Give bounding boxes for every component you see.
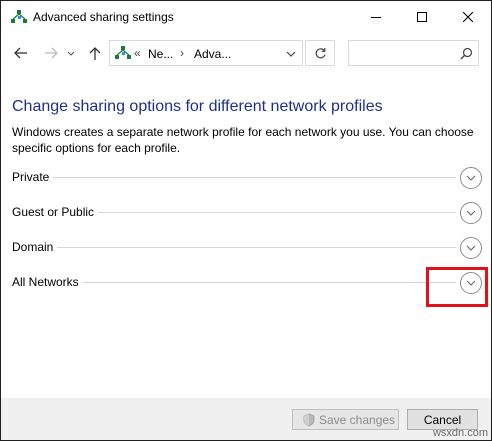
- profile-section-private[interactable]: Private: [12, 167, 484, 191]
- chevron-down-icon: [466, 245, 476, 251]
- maximize-icon: [417, 12, 427, 22]
- address-bar[interactable]: « Ne... › Adva...: [109, 40, 303, 66]
- profile-label[interactable]: Private: [12, 170, 54, 184]
- profile-label[interactable]: All Networks: [12, 275, 83, 289]
- search-icon[interactable]: [460, 47, 473, 60]
- breadcrumb-item[interactable]: Ne...: [148, 47, 173, 61]
- refresh-button[interactable]: [305, 40, 335, 66]
- expand-domain-button[interactable]: [460, 237, 482, 259]
- arrow-left-icon: [14, 47, 27, 59]
- forward-button[interactable]: [41, 42, 61, 64]
- chevron-down-icon: [466, 175, 476, 181]
- refresh-icon: [315, 48, 326, 59]
- chevron-down-icon[interactable]: [284, 47, 298, 61]
- divider: [12, 247, 456, 248]
- window-title: Advanced sharing settings: [33, 10, 174, 24]
- highlight-annotation: [426, 267, 488, 307]
- recent-locations-button[interactable]: [65, 42, 79, 64]
- profile-section-all-networks[interactable]: All Networks: [12, 272, 484, 296]
- chevron-down-icon: [466, 210, 476, 216]
- title-bar: Advanced sharing settings: [1, 1, 491, 33]
- minimize-icon: [371, 17, 381, 18]
- breadcrumb-overflow[interactable]: «: [134, 46, 141, 60]
- back-button[interactable]: [11, 42, 31, 64]
- profile-label[interactable]: Guest or Public: [12, 205, 99, 219]
- profile-section-domain[interactable]: Domain: [12, 237, 484, 261]
- save-changes-label: Save changes: [319, 413, 396, 427]
- breadcrumb-separator[interactable]: ›: [180, 46, 184, 60]
- profile-label[interactable]: Domain: [12, 240, 58, 254]
- save-changes-button[interactable]: Save changes: [292, 409, 399, 430]
- chevron-down-icon: [67, 51, 75, 56]
- arrow-up-icon: [89, 47, 101, 60]
- arrow-right-icon: [45, 47, 58, 59]
- network-sharing-icon: [115, 46, 131, 59]
- advanced-sharing-settings-window: Advanced sharing settings « Ne... › Adva…: [0, 0, 492, 441]
- expand-guest-or-public-button[interactable]: [460, 202, 482, 224]
- watermark: wsxdn.com: [432, 427, 488, 439]
- up-button[interactable]: [86, 42, 106, 64]
- page-title: Change sharing options for different net…: [12, 98, 383, 115]
- breadcrumb-item[interactable]: Adva...: [194, 47, 231, 61]
- maximize-button[interactable]: [399, 1, 445, 33]
- minimize-button[interactable]: [353, 1, 399, 33]
- search-box[interactable]: [348, 40, 479, 66]
- close-button[interactable]: [445, 1, 491, 33]
- search-input[interactable]: [349, 41, 457, 65]
- expand-private-button[interactable]: [460, 167, 482, 189]
- navigation-bar: « Ne... › Adva...: [1, 37, 491, 69]
- close-icon: [463, 12, 473, 22]
- profile-section-guest-or-public[interactable]: Guest or Public: [12, 202, 484, 226]
- footer-bar: Save changes Cancel: [1, 398, 491, 440]
- uac-shield-icon: [303, 413, 315, 427]
- divider: [12, 177, 456, 178]
- network-sharing-icon: [11, 10, 27, 23]
- page-description: Windows creates a separate network profi…: [12, 125, 474, 155]
